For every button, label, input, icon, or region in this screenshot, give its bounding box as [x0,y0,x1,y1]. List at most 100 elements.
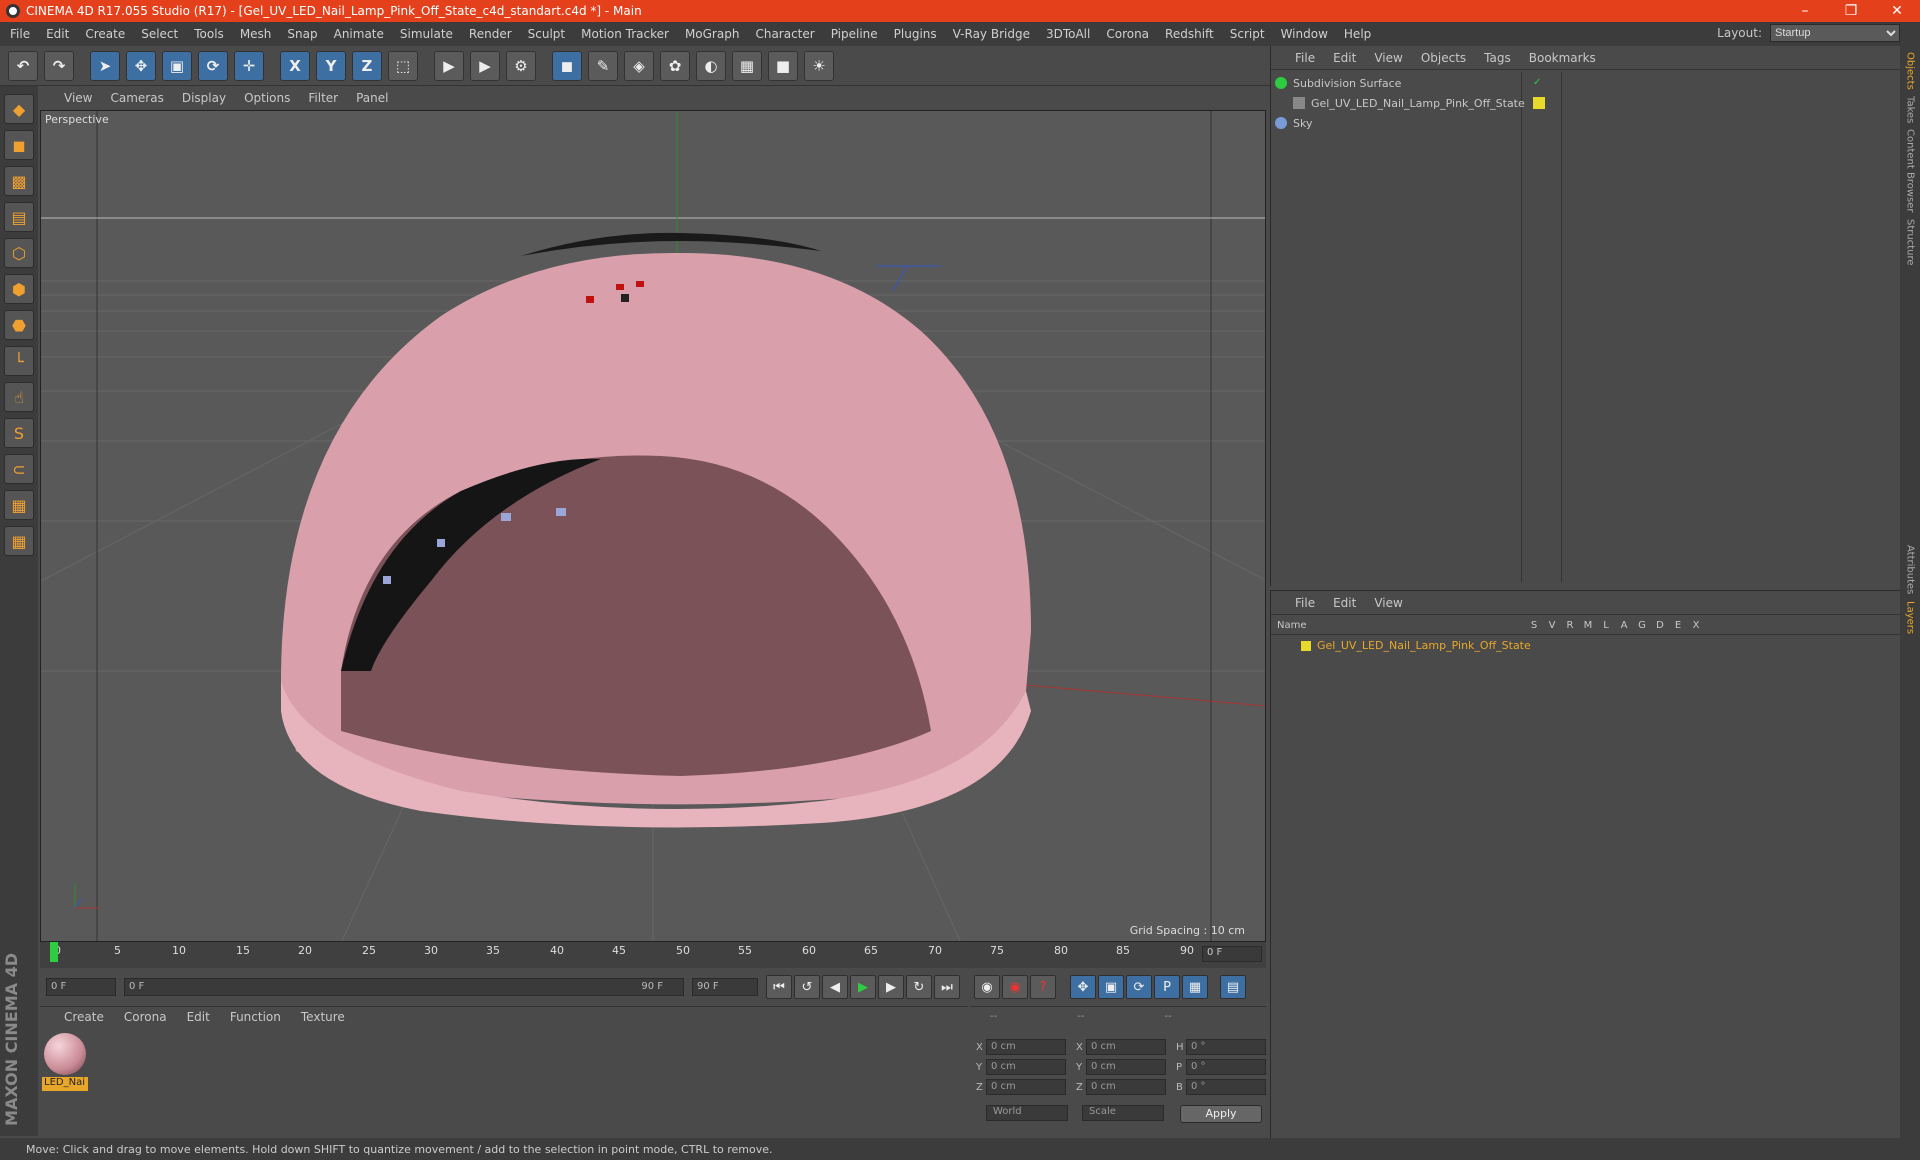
material-menu-create[interactable]: Create [64,1010,104,1024]
menu-pipeline[interactable]: Pipeline [831,27,878,41]
timeline-ruler[interactable]: 0 5 10 15 20 25 30 35 40 45 50 55 60 65 … [40,942,1266,968]
cloner-icon[interactable]: ✿ [660,50,690,81]
object-menu-tags[interactable]: Tags [1484,51,1511,65]
object-row-nail-lamp[interactable]: Gel_UV_LED_Nail_Lamp_Pink_Off_State [1275,94,1875,112]
autokey-icon[interactable]: ◉ [1002,975,1028,999]
rotation-p-field[interactable]: 0 ° [1186,1059,1266,1075]
menu-vray-bridge[interactable]: V-Ray Bridge [953,27,1030,41]
menu-mesh[interactable]: Mesh [240,27,272,41]
frame-range-slider[interactable]: 0 F 90 F [124,978,684,996]
texture-mode-icon[interactable]: ▩ [4,166,34,196]
polygons-mode-icon[interactable]: ⬣ [4,310,34,340]
minimize-button[interactable]: – [1782,0,1828,22]
menu-file[interactable]: File [10,27,30,41]
object-menu-edit[interactable]: Edit [1333,51,1356,65]
material-menu-texture[interactable]: Texture [301,1010,345,1024]
tweak-mode-icon[interactable]: ☝ [4,382,34,412]
end-frame-field[interactable]: 90 F [692,978,758,996]
menu-help[interactable]: Help [1344,27,1371,41]
material-menu-function[interactable]: Function [230,1010,281,1024]
rotation-h-field[interactable]: 0 ° [1186,1039,1266,1055]
material-menu-edit[interactable]: Edit [187,1010,210,1024]
menu-sculpt[interactable]: Sculpt [528,27,565,41]
pen-spline-icon[interactable]: ✎ [588,50,618,81]
object-menu-view[interactable]: View [1374,51,1402,65]
menu-corona[interactable]: Corona [1106,27,1149,41]
select-arrow-icon[interactable]: ➤ [90,50,120,81]
timeline-window-icon[interactable]: ▤ [1220,975,1246,999]
rotation-b-field[interactable]: 0 ° [1186,1079,1266,1095]
position-y-field[interactable]: 0 cm [986,1059,1066,1075]
coordinate-space-dropdown[interactable]: World [986,1105,1068,1121]
undo-icon[interactable]: ↶ [8,50,38,81]
perspective-viewport[interactable]: Perspective Grid Spacing : 10 cm [40,110,1266,942]
key-pla-icon[interactable]: ▦ [1182,975,1208,999]
grid-snap-icon[interactable]: ▦ [4,526,34,556]
subdivision-icon[interactable]: ◈ [624,50,654,81]
render-settings-icon[interactable]: ⚙ [506,50,536,81]
viewport-menu-filter[interactable]: Filter [308,91,338,105]
next-frame-icon[interactable]: ▶ [878,975,904,999]
enabled-check-icon[interactable]: ✓ [1533,77,1545,89]
close-button[interactable]: ✕ [1874,0,1920,22]
position-x-field[interactable]: 0 cm [986,1039,1066,1055]
menu-tools[interactable]: Tools [194,27,224,41]
key-rotation-icon[interactable]: ⟳ [1126,975,1152,999]
playhead[interactable] [50,942,58,962]
scale-icon[interactable]: ▣ [162,50,192,81]
layer-menu-file[interactable]: File [1295,596,1315,610]
tab-takes[interactable]: Takes [1905,96,1916,123]
render-picture-icon[interactable]: ▶ [470,50,500,81]
menu-motion-tracker[interactable]: Motion Tracker [581,27,669,41]
apply-button[interactable]: Apply [1180,1105,1262,1123]
object-row-subdivision-surface[interactable]: Subdivision Surface ✓ [1275,74,1875,92]
layer-menu-view[interactable]: View [1374,596,1402,610]
menu-redshift[interactable]: Redshift [1165,27,1214,41]
viewport-menu-view[interactable]: View [64,91,92,105]
menu-mograph[interactable]: MoGraph [685,27,740,41]
tab-structure[interactable]: Structure [1905,219,1916,266]
menu-snap[interactable]: Snap [287,27,317,41]
size-x-field[interactable]: 0 cm [1086,1039,1166,1055]
material-preview-ball[interactable] [44,1033,86,1075]
record-keys-icon[interactable]: ◉ [974,975,1000,999]
magnet-icon[interactable]: ⊂ [4,454,34,484]
layer-menu-edit[interactable]: Edit [1333,596,1356,610]
z-axis-icon[interactable]: Z [352,50,382,81]
object-menu-file[interactable]: File [1295,51,1315,65]
previous-key-icon[interactable]: ↺ [794,975,820,999]
menu-create[interactable]: Create [85,27,125,41]
menu-script[interactable]: Script [1230,27,1265,41]
size-z-field[interactable]: 0 cm [1086,1079,1166,1095]
tab-layers[interactable]: Layers [1905,601,1916,634]
y-axis-icon[interactable]: Y [316,50,346,81]
viewport-menu-display[interactable]: Display [182,91,226,105]
menu-3dtoall[interactable]: 3DToAll [1046,27,1090,41]
key-parameter-icon[interactable]: P [1154,975,1180,999]
previous-frame-icon[interactable]: ◀ [822,975,848,999]
rotate-icon[interactable]: ⟳ [198,50,228,81]
axis-mode-icon[interactable]: └ [4,346,34,376]
transform-icon[interactable]: ✛ [234,50,264,81]
object-row-sky[interactable]: Sky [1275,114,1875,132]
play-icon[interactable]: ▶ [850,975,876,999]
grid-lock-icon[interactable]: ▦ [4,490,34,520]
menu-simulate[interactable]: Simulate [400,27,453,41]
keyframe-selection-icon[interactable]: ? [1030,975,1056,999]
viewport-menu-options[interactable]: Options [244,91,290,105]
menu-plugins[interactable]: Plugins [894,27,937,41]
material-menu-corona[interactable]: Corona [124,1010,167,1024]
object-menu-objects[interactable]: Objects [1421,51,1466,65]
restore-button[interactable]: ❐ [1828,0,1874,22]
deformer-icon[interactable]: ◐ [696,50,726,81]
go-to-end-icon[interactable]: ⏭ [934,975,960,999]
layer-row[interactable]: Gel_UV_LED_Nail_Lamp_Pink_Off_State [1277,639,1531,652]
tab-attributes[interactable]: Attributes [1905,545,1916,594]
menu-window[interactable]: Window [1281,27,1328,41]
layer-color-icon[interactable] [1533,97,1545,109]
size-y-field[interactable]: 0 cm [1086,1059,1166,1075]
edges-mode-icon[interactable]: ⬢ [4,274,34,304]
floor-icon[interactable]: ▦ [732,50,762,81]
coordinate-mode-dropdown[interactable]: Scale [1082,1105,1164,1121]
menu-edit[interactable]: Edit [46,27,69,41]
